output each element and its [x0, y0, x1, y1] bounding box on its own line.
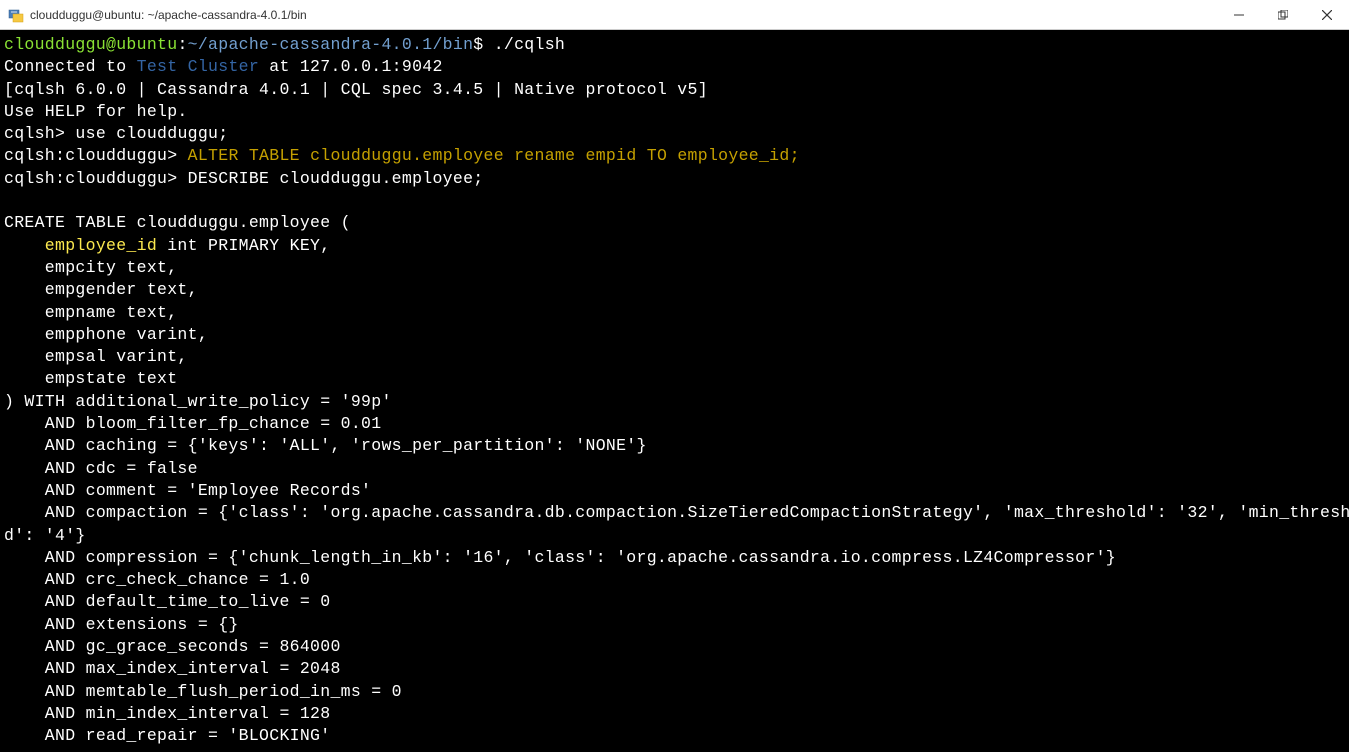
cqlsh-prompt-keyspace: cqlsh:cloudduggu> — [4, 146, 188, 165]
alter-kw3: rename — [514, 146, 575, 165]
connect-prefix: Connected to — [4, 57, 137, 76]
with-memtable-flush: AND memtable_flush_period_in_ms = 0 — [4, 682, 402, 701]
with-additional-write-policy: ) WITH additional_write_policy = '99p' — [4, 392, 392, 411]
cluster-name: Test Cluster — [137, 57, 259, 76]
with-gc-grace: AND gc_grace_seconds = 864000 — [4, 637, 341, 656]
prompt-dollar: $ — [473, 35, 483, 54]
with-bloom-filter: AND bloom_filter_fp_chance = 0.01 — [4, 414, 381, 433]
with-min-index: AND min_index_interval = 128 — [4, 704, 330, 723]
maximize-button[interactable] — [1269, 3, 1297, 27]
with-caching: AND caching = {'keys': 'ALL', 'rows_per_… — [4, 436, 647, 455]
alter-kw2: TABLE — [239, 146, 300, 165]
column-employee-id-type: int PRIMARY KEY, — [157, 236, 330, 255]
prompt-user: cloudduggu@ubuntu — [4, 35, 177, 54]
cqlsh-prompt-keyspace2: cqlsh:cloudduggu> — [4, 169, 188, 188]
alter-kw4: TO — [647, 146, 667, 165]
minimize-button[interactable] — [1225, 3, 1253, 27]
with-compaction-cont: d': '4'} — [4, 526, 86, 545]
help-line: Use HELP for help. — [4, 102, 188, 121]
column-employee-id: employee_id — [4, 236, 157, 255]
use-command: use cloudduggu; — [75, 124, 228, 143]
prompt-sep: : — [177, 35, 187, 54]
with-cdc: AND cdc = false — [4, 459, 198, 478]
alter-kw1: ALTER — [188, 146, 239, 165]
version-line: [cqlsh 6.0.0 | Cassandra 4.0.1 | CQL spe… — [4, 80, 708, 99]
alter-table: cloudduggu.employee — [300, 146, 514, 165]
column-empstate: empstate text — [4, 369, 177, 388]
with-comment: AND comment = 'Employee Records' — [4, 481, 371, 500]
alter-col: empid — [575, 146, 646, 165]
prompt-path: ~/apache-cassandra-4.0.1/bin — [188, 35, 474, 54]
alter-newcol: employee_id; — [667, 146, 800, 165]
describe-command: DESCRIBE cloudduggu.employee; — [188, 169, 484, 188]
connect-suffix: at 127.0.0.1:9042 — [259, 57, 443, 76]
with-max-index: AND max_index_interval = 2048 — [4, 659, 341, 678]
column-empphone: empphone varint, — [4, 325, 208, 344]
create-table-line: CREATE TABLE cloudduggu.employee ( — [4, 213, 351, 232]
with-compression: AND compression = {'chunk_length_in_kb':… — [4, 548, 1116, 567]
putty-icon — [8, 7, 24, 23]
column-empcity: empcity text, — [4, 258, 177, 277]
column-empsal: empsal varint, — [4, 347, 188, 366]
column-empgender: empgender text, — [4, 280, 198, 299]
with-read-repair: AND read_repair = 'BLOCKING' — [4, 726, 330, 745]
with-extensions: AND extensions = {} — [4, 615, 239, 634]
with-crc-check: AND crc_check_chance = 1.0 — [4, 570, 310, 589]
window-controls — [1225, 3, 1341, 27]
command-cqlsh: ./cqlsh — [484, 35, 566, 54]
close-button[interactable] — [1313, 3, 1341, 27]
column-empname: empname text, — [4, 303, 177, 322]
cqlsh-prompt: cqlsh> — [4, 124, 75, 143]
window-title: cloudduggu@ubuntu: ~/apache-cassandra-4.… — [30, 8, 1225, 22]
with-compaction: AND compaction = {'class': 'org.apache.c… — [4, 503, 1349, 522]
with-default-ttl: AND default_time_to_live = 0 — [4, 592, 330, 611]
window-titlebar: cloudduggu@ubuntu: ~/apache-cassandra-4.… — [0, 0, 1349, 30]
terminal-output[interactable]: cloudduggu@ubuntu:~/apache-cassandra-4.0… — [0, 30, 1349, 752]
